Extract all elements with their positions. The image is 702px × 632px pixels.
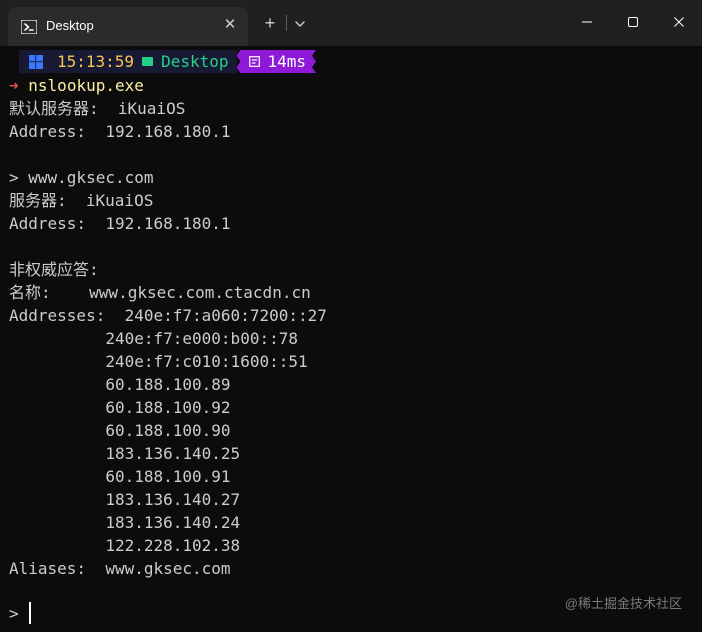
command-line: ➜ nslookup.exe	[9, 74, 702, 97]
prompt-time: 15:13:59	[51, 50, 143, 73]
output-line: Aliases: www.gksec.com	[9, 559, 231, 578]
maximize-icon	[628, 17, 638, 27]
output-line: 默认服务器: iKuaiOS	[9, 99, 186, 118]
minimize-icon	[582, 21, 592, 23]
tab-divider	[286, 15, 287, 31]
output-line: 60.188.100.89	[9, 375, 231, 394]
stopwatch-icon	[249, 56, 260, 67]
tab-desktop[interactable]: Desktop ✕	[8, 7, 248, 46]
output-line: 60.188.100.91	[9, 467, 231, 486]
output-line: 60.188.100.92	[9, 398, 231, 417]
terminal-window: Desktop ✕ + 15:13:59 Desktop 14ms ➜ nslo…	[0, 0, 702, 632]
text-cursor[interactable]	[29, 602, 31, 624]
minimize-button[interactable]	[564, 0, 610, 44]
output-line: Address: 192.168.180.1	[9, 122, 231, 141]
folder-icon	[142, 57, 154, 66]
output-line: 122.228.102.38	[9, 536, 241, 555]
output-line: 240e:f7:e000:b00::78	[9, 329, 298, 348]
prompt-bar: 15:13:59 Desktop 14ms	[19, 49, 702, 74]
prompt-duration-segment: 14ms	[237, 50, 317, 73]
output-line: Addresses: 240e:f7:a060:7200::27	[9, 306, 327, 325]
terminal-content[interactable]: 15:13:59 Desktop 14ms ➜ nslookup.exe 默认服…	[9, 49, 702, 632]
prompt-path-segment: Desktop	[142, 50, 237, 73]
windows-logo-icon	[19, 50, 51, 73]
output-line: 60.188.100.90	[9, 421, 231, 440]
close-button[interactable]	[656, 0, 702, 44]
watermark: @稀土掘金技术社区	[564, 596, 682, 611]
output-line: 非权威应答:	[9, 260, 99, 279]
output-line: 名称: www.gksec.com.ctacdn.cn	[9, 283, 311, 302]
output-line: > www.gksec.com	[9, 168, 154, 187]
output-line: Address: 192.168.180.1	[9, 214, 231, 233]
input-prompt: >	[9, 604, 19, 623]
output-line: 183.136.140.25	[9, 444, 241, 463]
new-tab-button[interactable]: +	[260, 13, 280, 33]
output-line: 240e:f7:c010:1600::51	[9, 352, 308, 371]
chevron-down-icon[interactable]	[291, 15, 309, 33]
title-bar: Desktop ✕ +	[0, 0, 702, 46]
prompt-duration: 14ms	[267, 52, 307, 71]
output-line: 183.136.140.27	[9, 490, 241, 509]
maximize-button[interactable]	[610, 0, 656, 44]
close-icon	[674, 17, 684, 27]
output-line: 183.136.140.24	[9, 513, 241, 532]
command-text: nslookup.exe	[28, 76, 144, 95]
prompt-arrow-icon: ➜	[9, 76, 19, 95]
tab-close-button[interactable]: ✕	[222, 17, 238, 33]
powershell-icon	[20, 19, 38, 35]
output-line: 服务器: iKuaiOS	[9, 191, 154, 210]
tab-title: Desktop	[46, 18, 94, 33]
prompt-path: Desktop	[161, 52, 229, 71]
